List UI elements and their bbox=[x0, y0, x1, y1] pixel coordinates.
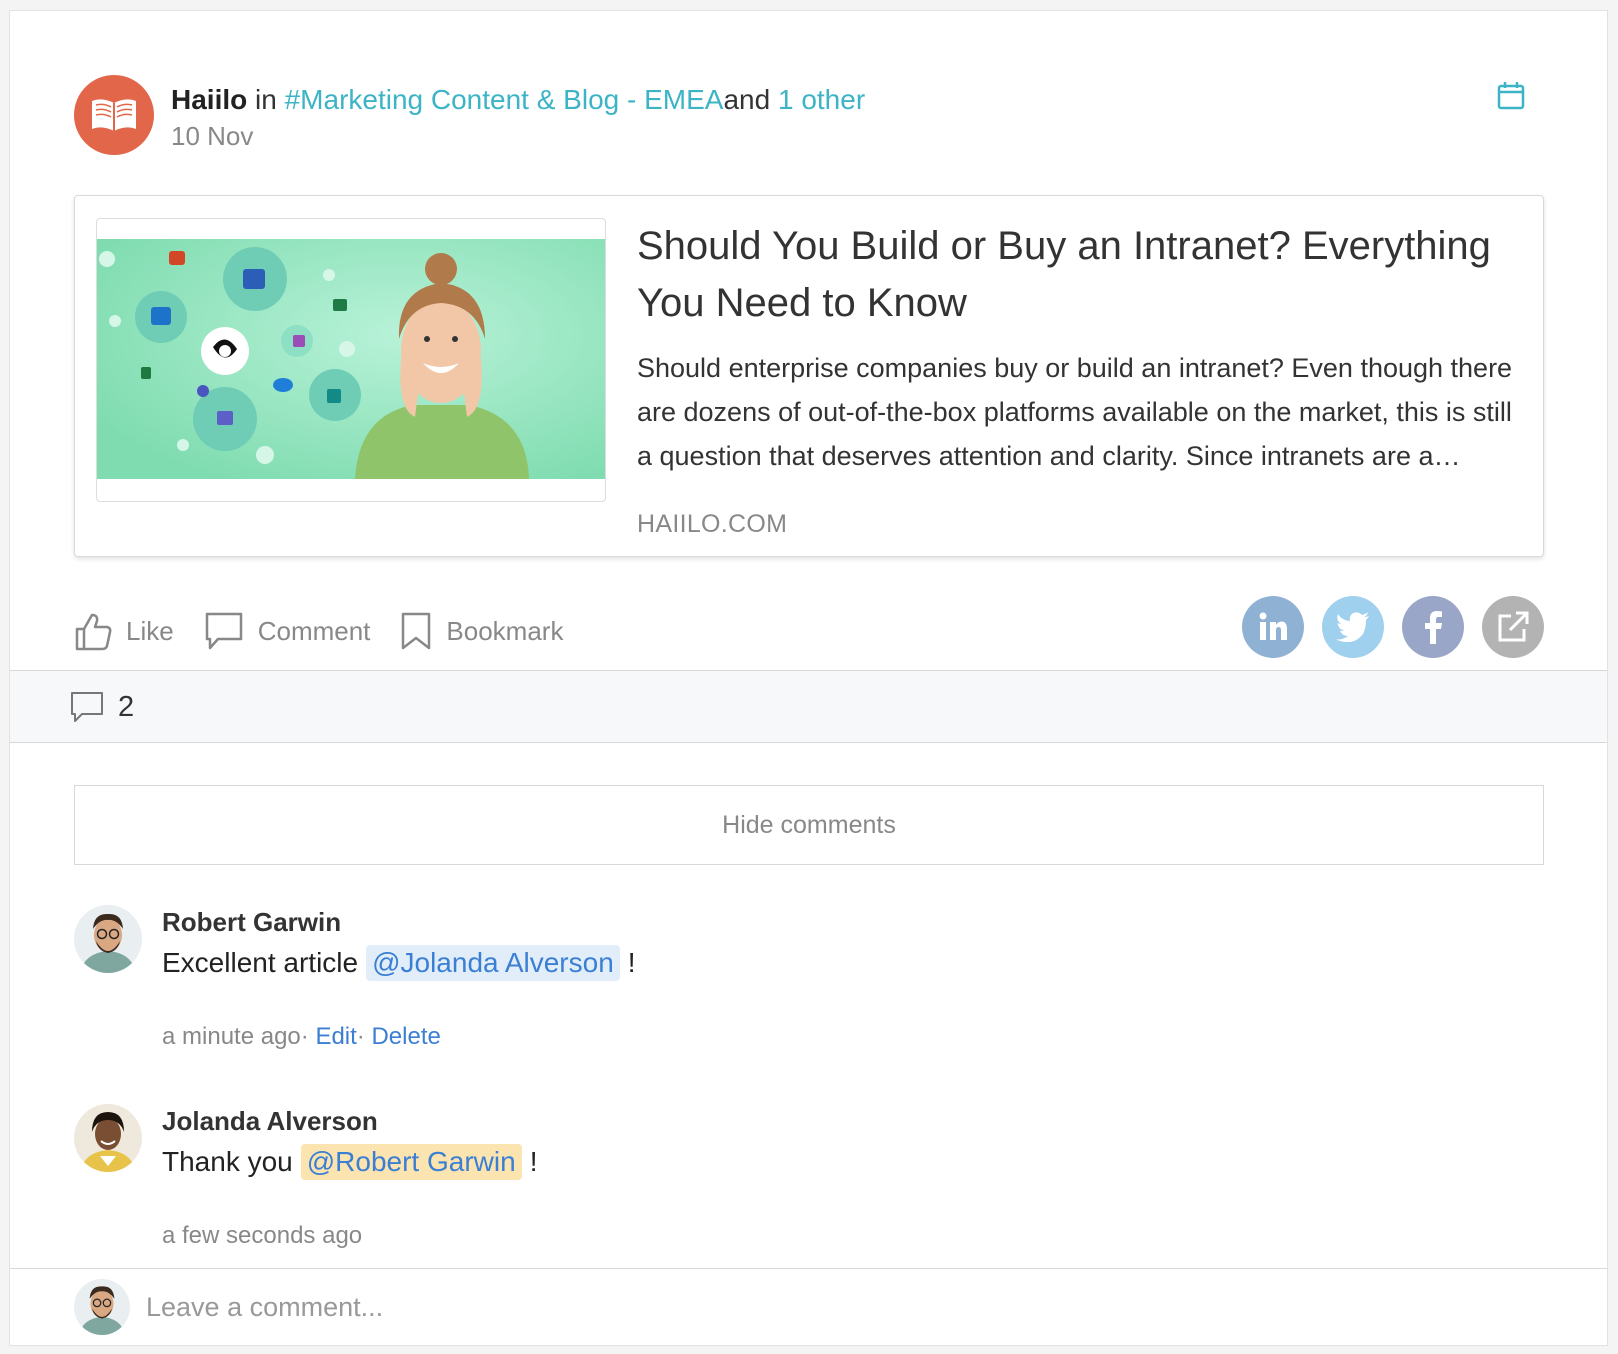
like-button[interactable]: Like bbox=[74, 611, 174, 651]
speech-bubble-icon bbox=[71, 692, 103, 722]
avatar[interactable] bbox=[74, 905, 142, 973]
comment-text: Excellent article @Jolanda Alverson ! bbox=[162, 945, 636, 981]
comment-input[interactable] bbox=[146, 1281, 1536, 1333]
facebook-share-button[interactable] bbox=[1402, 596, 1464, 658]
share-buttons bbox=[1242, 596, 1544, 658]
delete-comment-link[interactable]: Delete bbox=[371, 1023, 440, 1050]
post-card: Haiilo in #Marketing Content & Blog - EM… bbox=[9, 10, 1608, 1346]
comment-button[interactable]: Comment bbox=[204, 611, 371, 651]
avatar[interactable] bbox=[74, 1104, 142, 1172]
comment-text: Thank you @Robert Garwin ! bbox=[162, 1144, 537, 1180]
comment-meta: a few seconds ago bbox=[162, 1222, 362, 1250]
bookmark-button[interactable]: Bookmark bbox=[400, 611, 563, 651]
avatar bbox=[74, 1279, 130, 1335]
facebook-icon bbox=[1425, 611, 1442, 644]
comment-count-bar: 2 bbox=[10, 671, 1607, 742]
preview-description: Should enterprise companies buy or build… bbox=[637, 353, 1513, 471]
author-name[interactable]: Haiilo bbox=[171, 84, 247, 115]
comment-author[interactable]: Robert Garwin bbox=[162, 907, 341, 938]
post-date: 10 Nov bbox=[171, 121, 254, 151]
channel-link[interactable]: #Marketing Content & Blog - EMEA bbox=[285, 84, 724, 115]
post-author-line: Haiilo in #Marketing Content & Blog - EM… bbox=[171, 81, 865, 119]
comment-item: Robert Garwin Excellent article @Jolanda… bbox=[74, 905, 1544, 1055]
comment-count: 2 bbox=[118, 691, 135, 723]
mention-link[interactable]: @Robert Garwin bbox=[300, 1144, 522, 1180]
mention-link[interactable]: @Jolanda Alverson bbox=[366, 945, 620, 981]
thumbs-up-icon bbox=[75, 613, 112, 651]
preview-image bbox=[96, 218, 606, 502]
book-icon bbox=[92, 99, 136, 131]
preview-domain: HAIILO.COM bbox=[637, 510, 788, 538]
post-actions: Like Comment Bookmark bbox=[74, 601, 563, 661]
others-link[interactable]: 1 other bbox=[778, 84, 865, 115]
comment-label: Comment bbox=[257, 615, 371, 646]
divider bbox=[10, 742, 1607, 743]
hide-comments-button[interactable]: Hide comments bbox=[74, 785, 1544, 865]
comment-item: Jolanda Alverson Thank you @Robert Garwi… bbox=[74, 1104, 1544, 1254]
twitter-share-button[interactable] bbox=[1322, 596, 1384, 658]
external-link-icon bbox=[1498, 611, 1529, 642]
meta-separator: · bbox=[300, 1023, 309, 1050]
external-share-button[interactable] bbox=[1482, 596, 1544, 658]
author-avatar[interactable] bbox=[74, 75, 154, 155]
comment-text-after: ! bbox=[529, 1146, 538, 1177]
calendar-icon[interactable] bbox=[1497, 81, 1525, 111]
link-preview[interactable]: Should You Build or Buy an Intranet? Eve… bbox=[74, 195, 1544, 557]
preview-title[interactable]: Should You Build or Buy an Intranet? Eve… bbox=[637, 218, 1517, 332]
comment-author[interactable]: Jolanda Alverson bbox=[162, 1106, 378, 1137]
edit-comment-link[interactable]: Edit bbox=[315, 1023, 356, 1050]
comment-text-after: ! bbox=[627, 947, 636, 978]
linkedin-icon bbox=[1259, 612, 1287, 640]
twitter-icon bbox=[1336, 612, 1369, 642]
like-label: Like bbox=[126, 615, 174, 646]
bookmark-label: Bookmark bbox=[446, 615, 564, 646]
bookmark-icon bbox=[402, 612, 431, 650]
meta-separator: · bbox=[356, 1023, 365, 1050]
linkedin-share-button[interactable] bbox=[1242, 596, 1304, 658]
comment-text-before: Thank you bbox=[162, 1146, 293, 1177]
comment-text-before: Excellent article bbox=[162, 947, 359, 978]
comment-time: a minute ago bbox=[162, 1023, 301, 1050]
comment-meta: a minute ago· Edit· Delete bbox=[162, 1023, 441, 1051]
and-label: and bbox=[723, 84, 771, 115]
speech-bubble-icon bbox=[205, 612, 242, 650]
comment-time: a few seconds ago bbox=[162, 1222, 363, 1249]
new-comment-row bbox=[10, 1269, 1607, 1347]
in-label: in bbox=[255, 84, 277, 115]
